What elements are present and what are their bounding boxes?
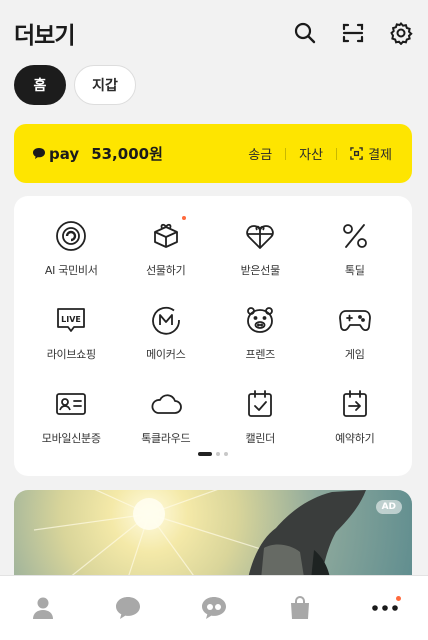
menu-item-friends[interactable]: 프렌즈 (213, 302, 308, 362)
menu-label: 게임 (344, 348, 365, 361)
svg-text:LIVE: LIVE (61, 315, 81, 324)
menu-item-makers[interactable]: 메이커스 (119, 302, 214, 362)
menu-item-reservation[interactable]: 예약하기 (308, 386, 403, 446)
ai-assistant-icon (53, 218, 89, 254)
menu-label: 선물하기 (146, 264, 186, 277)
shopping-bag-icon (290, 596, 309, 619)
more-icon (372, 605, 398, 611)
pay-bar[interactable]: pay 53,000원 송금 자산 결제 (14, 124, 412, 183)
menu-label: 예약하기 (335, 432, 375, 445)
pay-logo-text: pay (49, 144, 80, 163)
tab-wallet[interactable]: 지갑 (74, 65, 136, 105)
pay-payment-label: 결제 (368, 148, 392, 163)
menu-item-ai-assistant[interactable]: AI 국민비서 (24, 218, 119, 278)
menu-item-game[interactable]: 게임 (308, 302, 403, 362)
header-actions (292, 20, 414, 46)
page-title: 더보기 (14, 23, 75, 49)
pay-assets-button[interactable]: 자산 (299, 144, 323, 163)
friends-character-icon (242, 302, 278, 338)
page-dot (216, 452, 220, 456)
pay-logo: pay (32, 145, 79, 163)
person-icon (32, 597, 53, 619)
tab-bar: 홈 지갑 (14, 65, 136, 105)
pay-actions: 송금 자산 결제 (248, 144, 392, 163)
nav-more[interactable] (361, 584, 409, 632)
bottom-nav (0, 575, 428, 640)
pay-transfer-button[interactable]: 송금 (248, 144, 272, 163)
menu-item-talk-cloud[interactable]: 톡클라우드 (119, 386, 214, 446)
header: 더보기 (0, 0, 428, 62)
gamepad-icon (337, 302, 373, 338)
scan-icon[interactable] (340, 20, 366, 46)
search-icon[interactable] (292, 20, 318, 46)
divider (285, 147, 287, 160)
pay-payment-button[interactable]: 결제 (350, 144, 392, 163)
menu-label: 프렌즈 (245, 348, 276, 361)
nav-friends[interactable] (19, 584, 67, 632)
menu-item-calendar[interactable]: 캘린더 (213, 386, 308, 446)
page-dot (224, 452, 228, 456)
ad-badge: AD (375, 500, 402, 514)
pay-balance[interactable]: 53,000원 (91, 143, 163, 164)
reservation-icon (337, 386, 373, 422)
scan-pay-icon (350, 147, 363, 160)
menu-label: 캘린더 (245, 432, 276, 445)
menu-item-mobile-id[interactable]: 모바일신분증 (24, 386, 119, 446)
nav-shopping[interactable] (276, 584, 324, 632)
nav-chats[interactable] (104, 584, 152, 632)
discount-icon (337, 218, 373, 254)
chat-icon (116, 597, 141, 619)
menu-item-received-gift[interactable]: 받은선물 (213, 218, 308, 278)
live-icon: LIVE (53, 302, 89, 338)
page-indicator (14, 452, 412, 456)
heart-gift-icon (242, 218, 278, 254)
menu-card: AI 국민비서 선물하기 받은선물 톡딜 LIVE 라이브쇼핑 메이커스 프렌즈… (14, 196, 412, 476)
menu-grid: AI 국민비서 선물하기 받은선물 톡딜 LIVE 라이브쇼핑 메이커스 프렌즈… (24, 216, 403, 446)
menu-label: 받은선물 (240, 264, 281, 277)
gear-icon[interactable] (388, 20, 414, 46)
cloud-icon (148, 386, 184, 422)
menu-label: 모바일신분증 (41, 432, 101, 445)
speech-bubble-icon (33, 148, 45, 159)
nav-openchat[interactable] (190, 584, 238, 632)
menu-item-gift[interactable]: 선물하기 (119, 216, 214, 278)
menu-label: 톡클라우드 (141, 432, 191, 445)
menu-label: AI 국민비서 (44, 264, 98, 277)
page-dot-active (198, 452, 212, 456)
tab-home[interactable]: 홈 (14, 65, 66, 105)
openchat-icon (201, 597, 226, 619)
divider (336, 147, 338, 160)
id-card-icon (53, 386, 89, 422)
notification-dot (396, 596, 402, 601)
menu-item-talkdeal[interactable]: 톡딜 (308, 218, 403, 278)
menu-item-live-shopping[interactable]: LIVE 라이브쇼핑 (24, 302, 119, 362)
menu-label: 톡딜 (344, 264, 365, 277)
makers-icon (148, 302, 184, 338)
gift-box-icon (148, 216, 186, 254)
menu-label: 메이커스 (146, 348, 186, 361)
menu-label: 라이브쇼핑 (46, 348, 96, 361)
pay-summary: pay 53,000원 (32, 143, 163, 164)
calendar-icon (242, 386, 278, 422)
new-badge-dot (181, 216, 186, 220)
